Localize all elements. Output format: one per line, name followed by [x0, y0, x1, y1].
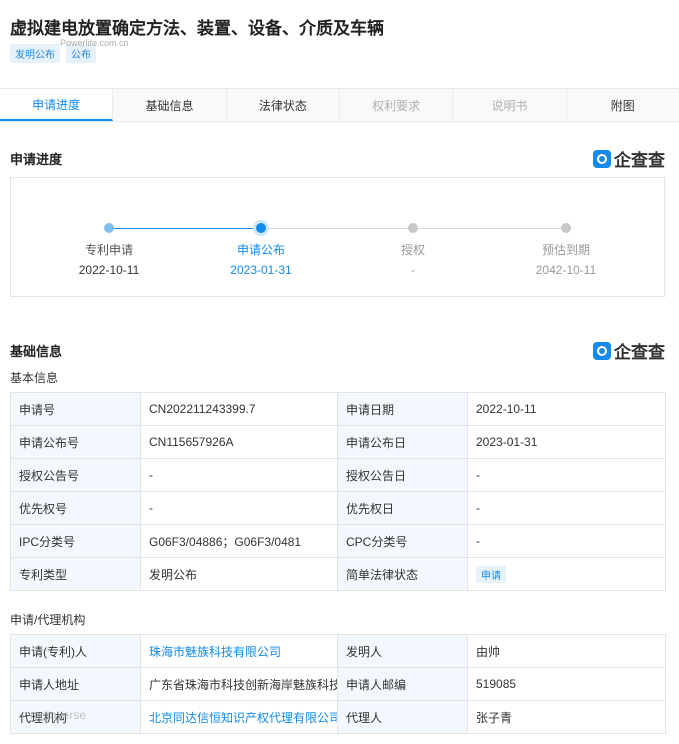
step-date: 2022-10-11	[78, 263, 140, 277]
tab-basic-info[interactable]: 基础信息	[113, 89, 227, 121]
key-applicant: 申请(专利)人	[10, 634, 141, 668]
value-patent-type: 发明公布	[140, 557, 338, 591]
tab-description[interactable]: 说明书	[453, 89, 567, 121]
tab-legal-status[interactable]: 法律状态	[227, 89, 340, 121]
patent-title: 虚拟建电放置确定方法、装置、设备、介质及车辆	[10, 19, 384, 38]
tab-bar: 申请进度 基础信息 法律状态 权利要求 说明书 附图	[0, 88, 679, 122]
step-estimated-expiry: 预估到期 2042-10-11	[511, 223, 621, 277]
value-application-number: CN202211243399.7	[140, 392, 338, 426]
step-label: 申请公布	[236, 243, 285, 257]
qcc-brand-name: 企查查	[614, 151, 665, 170]
table-row: 授权公告号 - 授权公告日 -	[10, 458, 666, 492]
agency-link[interactable]: 北京同达信恒知识产权代理有限公司	[140, 700, 338, 734]
table-row: 申请号 CN202211243399.7 申请日期 2022-10-11	[10, 392, 666, 426]
value-agent: 张子青	[467, 700, 666, 734]
value-grant-date: -	[467, 458, 666, 492]
step-dot	[408, 223, 418, 233]
step-dot	[104, 223, 114, 233]
key-priority-number: 优先权号	[10, 491, 141, 525]
key-agent: 代理人	[337, 700, 468, 734]
key-publication-date: 申请公布日	[337, 425, 468, 459]
qcc-logo-icon	[593, 149, 611, 168]
key-application-number: 申请号	[10, 392, 141, 426]
key-legal-status: 简单法律状态	[337, 557, 468, 591]
key-cpc-class: CPC分类号	[337, 524, 468, 558]
table-row: 申请公布号 CN115657926A 申请公布日 2023-01-31	[10, 425, 666, 459]
agency-subheading: 申请/代理机构	[10, 613, 86, 627]
table-row: 代理机构 北京同达信恒知识产权代理有限公司 代理人 张子青	[10, 700, 666, 734]
watermark-text: metaverse	[30, 708, 87, 722]
key-postal-code: 申请人邮编	[337, 667, 468, 701]
legal-status-badge[interactable]: 申请	[476, 565, 506, 583]
step-label: 预估到期	[541, 243, 590, 257]
watermark-text: Powerlife.com.cn	[60, 38, 129, 48]
key-publication-number: 申请公布号	[10, 425, 141, 459]
value-ipc-class: G06F3/04886；G06F3/0481	[140, 524, 338, 558]
step-dot	[256, 223, 266, 233]
agency-table: 申请(专利)人 珠海市魅族科技有限公司 发明人 由帅 申请人地址 广东省珠海市科…	[10, 634, 666, 734]
table-row: 优先权号 - 优先权日 -	[10, 491, 666, 525]
key-priority-date: 优先权日	[337, 491, 468, 525]
tab-application-progress[interactable]: 申请进度	[0, 89, 114, 121]
value-publication-number: CN115657926A	[140, 425, 338, 459]
value-applicant-address: 广东省珠海市科技创新海岸魅族科技楼	[140, 667, 338, 701]
step-date: -	[411, 263, 415, 277]
tag-invention-publication[interactable]: 发明公布	[10, 44, 60, 63]
step-date: 2042-10-11	[535, 263, 597, 277]
tab-drawings[interactable]: 附图	[567, 89, 679, 121]
value-legal-status: 申请	[467, 557, 666, 591]
value-cpc-class: -	[467, 524, 666, 558]
key-grant-date: 授权公告日	[337, 458, 468, 492]
qcc-logo-icon	[593, 341, 611, 360]
step-label: 授权	[400, 243, 425, 257]
value-inventor: 由帅	[467, 634, 666, 668]
step-grant: 授权 -	[358, 223, 468, 277]
step-date: 2023-01-31	[230, 263, 292, 277]
key-patent-type: 专利类型	[10, 557, 141, 591]
step-patent-application: 专利申请 2022-10-11	[54, 223, 164, 277]
applicant-link[interactable]: 珠海市魅族科技有限公司	[140, 634, 338, 668]
progress-timeline: 专利申请 2022-10-11 申请公布 2023-01-31 授权 - 预估到…	[10, 177, 665, 297]
basic-info-heading: 基础信息	[10, 344, 63, 359]
value-priority-date: -	[467, 491, 666, 525]
value-publication-date: 2023-01-31	[467, 425, 666, 459]
step-application-publication: 申请公布 2023-01-31	[206, 223, 316, 277]
basic-info-table: 申请号 CN202211243399.7 申请日期 2022-10-11 申请公…	[10, 392, 666, 591]
tab-claims[interactable]: 权利要求	[340, 89, 454, 121]
value-application-date: 2022-10-11	[467, 392, 666, 426]
key-applicant-address: 申请人地址	[10, 667, 141, 701]
value-priority-number: -	[140, 491, 338, 525]
qcc-brand[interactable]: 企查查	[593, 338, 665, 363]
progress-heading: 申请进度	[10, 152, 63, 167]
qcc-brand[interactable]: 企查查	[593, 146, 665, 171]
table-row: 申请人地址 广东省珠海市科技创新海岸魅族科技楼 申请人邮编 519085	[10, 667, 666, 701]
key-application-date: 申请日期	[337, 392, 468, 426]
value-postal-code: 519085	[467, 667, 666, 701]
qcc-brand-name: 企查查	[614, 343, 665, 362]
key-grant-number: 授权公告号	[10, 458, 141, 492]
table-row: 申请(专利)人 珠海市魅族科技有限公司 发明人 由帅	[10, 634, 666, 668]
key-inventor: 发明人	[337, 634, 468, 668]
basic-info-subheading: 基本信息	[10, 371, 59, 385]
table-row: IPC分类号 G06F3/04886；G06F3/0481 CPC分类号 -	[10, 524, 666, 558]
key-ipc-class: IPC分类号	[10, 524, 141, 558]
table-row: 专利类型 发明公布 简单法律状态 申请	[10, 557, 666, 591]
value-grant-number: -	[140, 458, 338, 492]
step-dot	[561, 223, 571, 233]
step-label: 专利申请	[84, 243, 133, 257]
